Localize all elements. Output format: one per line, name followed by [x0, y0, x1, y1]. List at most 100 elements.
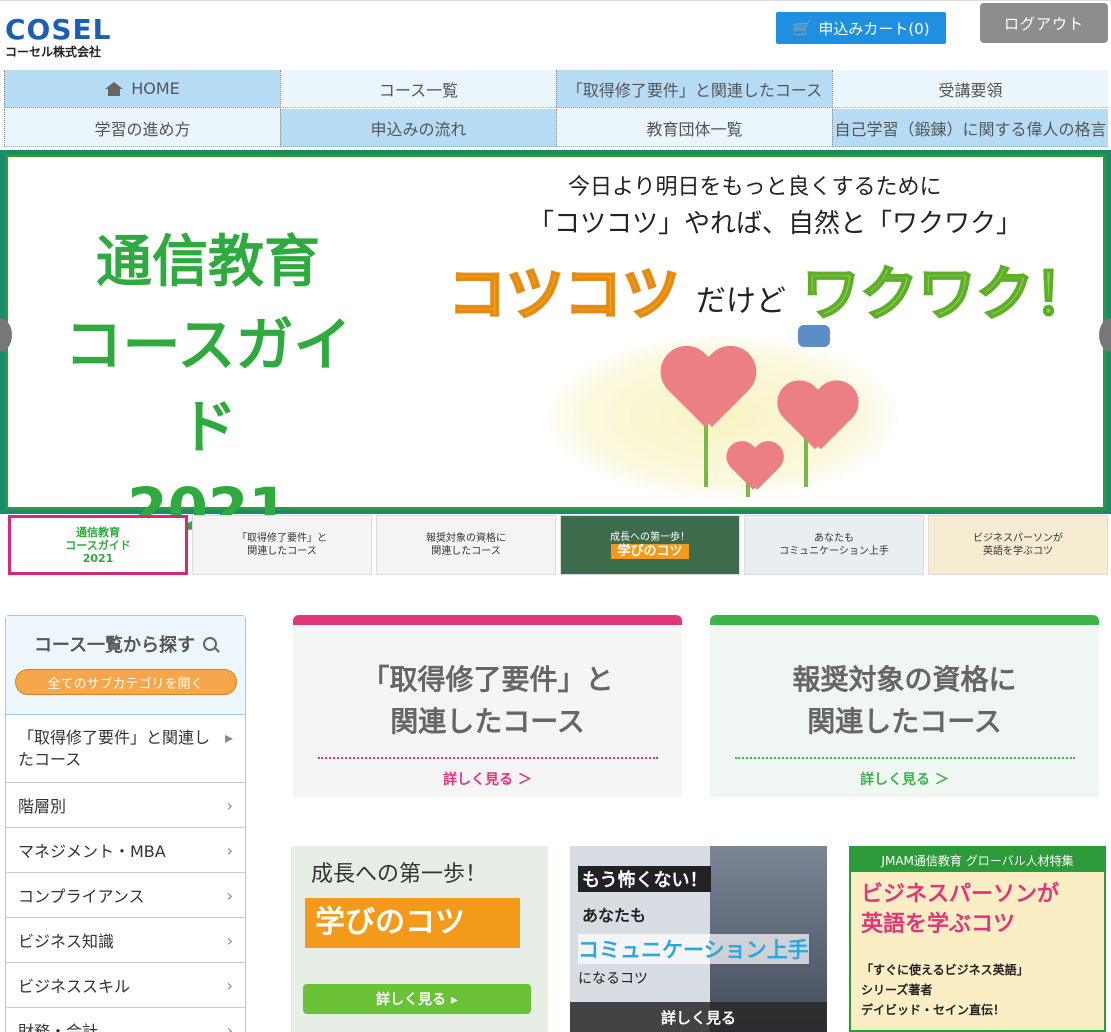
banner-tagline-2: 「コツコツ」やれば、自然と「ワクワク」 [528, 209, 1023, 239]
banner-tagline-1: 今日より明日をもっと良くするために [568, 175, 942, 200]
header: COSEL コーセル株式会社 🛒 申込みカート(0) ログアウト [0, 0, 1111, 68]
thumb-text: 関連したコース [431, 546, 501, 557]
category-item[interactable]: コンプライアンス › [6, 873, 245, 918]
nav-course-list[interactable]: コース一覧 [280, 70, 556, 108]
nav-home-label: HOME [131, 79, 180, 98]
sidebar-header: コース一覧から探す 全てのサブカテゴリを開く [6, 616, 245, 715]
thumb-text: あなたも [814, 533, 854, 544]
thumb-text: 関連したコース [247, 546, 317, 557]
card-title-line: 関連したコース [807, 705, 1002, 738]
category-label: 「取得修了要件」と関連したコース [18, 728, 211, 769]
thumb-text: 成長への第一歩！ [610, 532, 690, 543]
thumb-course-guide[interactable]: 通信教育 コースガイド 2021 [8, 515, 188, 575]
thumb-related-courses[interactable]: 「取得修了要件」と 関連したコース [192, 515, 372, 575]
nav-related-courses[interactable]: 「取得修了要件」と関連したコース [556, 70, 832, 108]
nav-attendance-guide[interactable]: 受講要領 [832, 70, 1108, 108]
open-all-subcategories-button[interactable]: 全てのサブカテゴリを開く [14, 669, 237, 695]
catch-wakuwaku: ワクワク！ [801, 259, 1093, 329]
banner-title-line1: 通信教育 [96, 230, 320, 295]
promo-more-button[interactable]: 詳しく見る ▸ [303, 984, 531, 1014]
category-list: 「取得修了要件」と関連したコース ▸ 階層別 › マネジメント・MBA › コン… [6, 715, 245, 1032]
card-divider [734, 757, 1075, 759]
main-nav: HOME コース一覧 「取得修了要件」と関連したコース 受講要領 学習の進め方 … [4, 70, 1108, 148]
promo-subtitle: あなたも [582, 906, 647, 925]
category-item[interactable]: ビジネススキル › [6, 963, 245, 1008]
sidebar-title-text: コース一覧から探す [33, 635, 196, 656]
promo-title: コミュニケーション上手 [578, 934, 809, 964]
category-label: コンプライアンス [18, 887, 145, 906]
nav-how-to-learn[interactable]: 学習の進め方 [4, 109, 280, 147]
promo-desc-line: 「すぐに使えるビジネス英語」 [861, 963, 1029, 977]
thumb-business-english[interactable]: ビジネスパーソンが 英語を学ぶコツ [928, 515, 1108, 575]
thumb-text: 「取得修了要件」と [237, 533, 327, 544]
card-more-link[interactable]: 詳しく見る ＞ [710, 769, 1099, 789]
category-item[interactable]: マネジメント・MBA › [6, 828, 245, 873]
thumb-learning-tips[interactable]: 成長への第一歩！ 学びのコツ [560, 515, 740, 575]
learning-tips-promo[interactable]: 成長への第一歩！ 学びのコツ 詳しく見る ▸ [291, 846, 548, 1032]
nav-education-orgs[interactable]: 教育団体一覧 [556, 109, 832, 147]
thumb-text: 報奨対象の資格に [426, 533, 506, 544]
nav-quotes[interactable]: 自己学習（鍛錬）に関する偉人の格言 [832, 109, 1108, 147]
promo-desc-line: シリーズ著者 [861, 983, 933, 997]
card-title: 報奨対象の資格に 関連したコース [710, 659, 1099, 743]
carousel-thumbnails: 通信教育 コースガイド 2021 「取得修了要件」と 関連したコース 報奨対象の… [8, 515, 1111, 577]
catch-dakedo: だけど [696, 283, 787, 319]
cart-button[interactable]: 🛒 申込みカート(0) [776, 12, 946, 44]
hero-banner[interactable]: 通信教育 コースガイド 2021 今日より明日をもっと良くするために 「コツコツ… [0, 150, 1111, 543]
chevron-right-icon: › [226, 975, 233, 995]
thumb-text: コミュニケーション上手 [779, 546, 889, 557]
category-sidebar: コース一覧から探す 全てのサブカテゴリを開く 「取得修了要件」と関連したコース … [5, 615, 246, 1032]
category-item[interactable]: 財務・会計 › [6, 1008, 245, 1032]
nav-home[interactable]: HOME [4, 70, 280, 108]
logout-button[interactable]: ログアウト [980, 3, 1108, 43]
promo-title-line: ビジネスパーソンが [861, 882, 1060, 907]
cart-icon: 🛒 [792, 18, 813, 38]
promo-description: 「すぐに使えるビジネス英語」 シリーズ著者 デイビッド・セイン直伝！ [861, 960, 1029, 1020]
thumb-text: 2021 [82, 551, 114, 565]
related-courses-card[interactable]: 「取得修了要件」と 関連したコース 詳しく見る ＞ [293, 615, 682, 797]
cosel-logo[interactable]: COSEL コーセル株式会社 [5, 13, 112, 60]
nav-row-2: 学習の進め方 申込みの流れ 教育団体一覧 自己学習（鍛錬）に関する偉人の格言 [4, 109, 1108, 148]
promo-badge: もう怖くない！ [578, 866, 712, 892]
chevron-right-icon: › [226, 795, 233, 815]
promo-header: JMAM通信教育 グローバル人材特集 [851, 848, 1104, 872]
chevron-right-icon: › [226, 885, 233, 905]
qualification-courses-card[interactable]: 報奨対象の資格に 関連したコース 詳しく見る ＞ [710, 615, 1099, 797]
catch-kotsukotsu: コツコツ [447, 259, 681, 329]
heart-flower-icon [726, 443, 780, 491]
thumb-qualification-courses[interactable]: 報奨対象の資格に 関連したコース [376, 515, 556, 575]
banner-title-line2: コースガイド [64, 311, 352, 461]
banner-title: 通信教育 コースガイド 2021 [38, 222, 378, 550]
thumb-text: 通信教育 [76, 525, 120, 539]
category-label: ビジネス知識 [18, 932, 115, 951]
card-title-line: 「取得修了要件」と [361, 663, 614, 696]
category-item[interactable]: ビジネス知識 › [6, 918, 245, 963]
card-title-line: 報奨対象の資格に [792, 663, 1017, 696]
card-top-bar [710, 615, 1099, 625]
thumb-text: 英語を学ぶコツ [983, 546, 1053, 557]
communication-promo[interactable]: もう怖くない！ あなたも コミュニケーション上手 になるコツ 詳しく見る [570, 846, 827, 1032]
card-title-line: 関連したコース [390, 705, 585, 738]
nav-application-flow[interactable]: 申込みの流れ [280, 109, 556, 147]
chevron-right-icon: ▸ [224, 728, 233, 747]
promo-title-line: 英語を学ぶコツ [861, 912, 1016, 937]
thumb-text: 学びのコツ [611, 544, 689, 559]
chevron-right-icon: › [226, 840, 233, 860]
thumb-communication[interactable]: あなたも コミュニケーション上手 [744, 515, 924, 575]
category-label: 階層別 [18, 797, 67, 816]
category-label: マネジメント・MBA [18, 842, 166, 861]
card-top-bar [293, 615, 682, 625]
promo-subtitle: 成長への第一歩！ [311, 862, 488, 887]
home-icon [105, 81, 124, 96]
category-label: 財務・会計 [18, 1022, 99, 1032]
category-item[interactable]: 階層別 › [6, 783, 245, 828]
banner-catchphrase: コツコツ だけど ワクワク！ [447, 247, 1093, 331]
logo-mark: COSEL [5, 13, 112, 46]
business-english-promo[interactable]: JMAM通信教育 グローバル人材特集 ビジネスパーソンが 英語を学ぶコツ 「すぐ… [849, 846, 1106, 1032]
logo-company-name: コーセル株式会社 [5, 45, 102, 59]
thumb-text: ビジネスパーソンが [973, 533, 1063, 544]
card-more-link[interactable]: 詳しく見る ＞ [293, 769, 682, 789]
promo-more-button[interactable]: 詳しく見る [570, 1002, 827, 1032]
search-icon [203, 637, 218, 651]
category-item[interactable]: 「取得修了要件」と関連したコース ▸ [6, 715, 245, 783]
